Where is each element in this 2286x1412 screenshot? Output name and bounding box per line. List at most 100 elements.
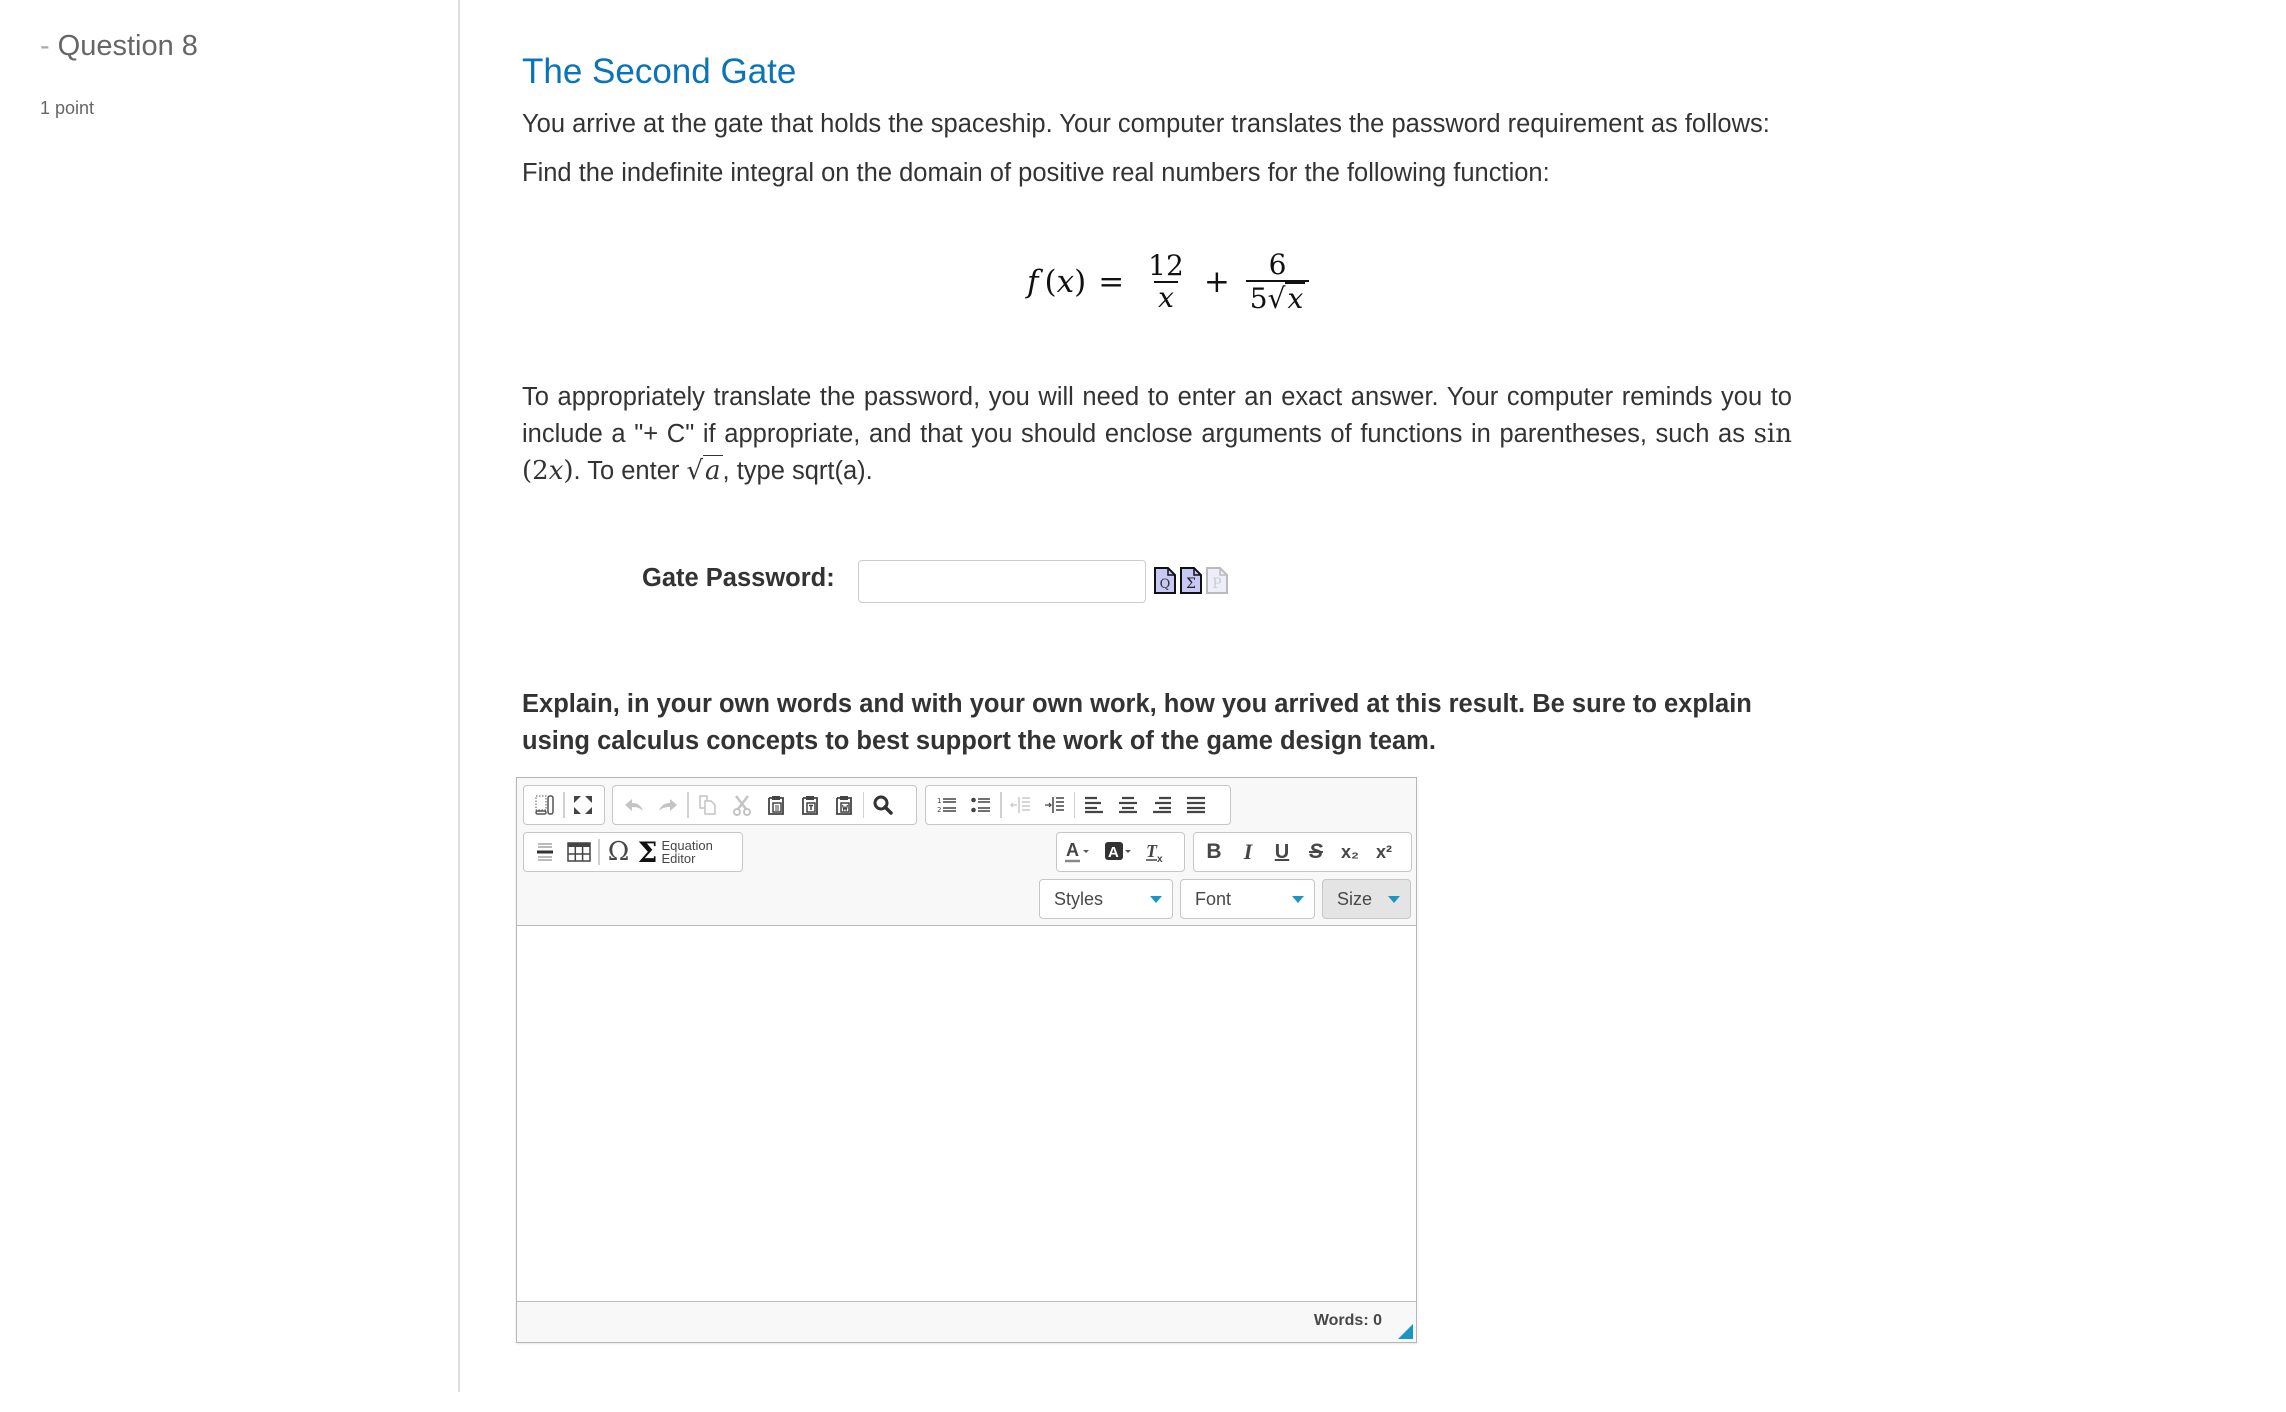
editor-content-area[interactable] <box>517 926 1416 1303</box>
sin-arg-close: ) <box>563 456 574 486</box>
hint-text: To appropriately translate the password,… <box>522 379 1792 490</box>
align-center-button[interactable] <box>1111 788 1145 822</box>
paste-text-icon <box>801 796 818 815</box>
maximize-icon <box>574 796 593 814</box>
remove-format-button[interactable]: Tx <box>1139 835 1173 869</box>
intro-text: You arrive at the gate that holds the sp… <box>522 110 1770 138</box>
strikethrough-button[interactable]: S <box>1299 835 1333 869</box>
sin-fn: sin <box>1753 419 1792 449</box>
gate-password-input[interactable] <box>858 560 1146 603</box>
toolbar-separator <box>563 792 565 818</box>
sin-arg-open: (2 <box>522 456 549 486</box>
preview-glyph: Q <box>1159 577 1171 592</box>
remove-format-icon: Tx <box>1146 841 1163 864</box>
svg-text:2: 2 <box>937 806 941 814</box>
word-count: Words: 0 <box>1313 1312 1382 1329</box>
align-center-icon <box>1119 796 1137 814</box>
chevron-down-icon <box>1150 896 1162 903</box>
resize-handle-icon[interactable] <box>1398 1324 1413 1339</box>
toolbar-separator <box>862 792 864 818</box>
copy-icon <box>698 795 716 815</box>
horizontal-line-icon <box>537 843 553 861</box>
equation-label-line2: Editor <box>661 851 696 866</box>
background-color-icon: A <box>1105 842 1131 861</box>
horizontal-line-button[interactable] <box>528 835 562 869</box>
subscript-button[interactable]: x₂ <box>1333 835 1367 869</box>
bulleted-list-button[interactable] <box>964 788 998 822</box>
numbered-list-button[interactable]: 12 <box>930 788 964 822</box>
bulleted-list-icon <box>971 797 990 813</box>
copy-button[interactable] <box>691 788 725 822</box>
toolbar-group-clipboard <box>612 785 917 825</box>
undo-button[interactable] <box>617 788 651 822</box>
superscript-button[interactable]: x² <box>1367 835 1401 869</box>
underline-button[interactable]: U <box>1265 835 1299 869</box>
answer-tools: Q Σ P <box>1154 567 1228 594</box>
instruction-text: Find the indefinite integral on the doma… <box>522 159 1550 187</box>
text-color-icon: A <box>1065 840 1089 863</box>
paste-word-button[interactable] <box>827 788 861 822</box>
bold-button[interactable]: B <box>1197 835 1231 869</box>
paste-text-button[interactable] <box>793 788 827 822</box>
text-color-button[interactable]: A <box>1059 835 1099 869</box>
sqrt-a-example: √a <box>686 455 723 486</box>
editor-toolbar: 12 Ω Σ Equation Editor A A T x B I U S x… <box>517 778 1416 926</box>
toolbar-group-insert: Ω Σ Equation Editor <box>523 832 743 872</box>
collapse-toggle[interactable]: - <box>40 30 50 62</box>
numbered-list-icon: 12 <box>937 797 956 814</box>
paste-icon: P <box>1206 567 1228 594</box>
special-char-button[interactable]: Ω <box>602 835 636 869</box>
hint-text-part3: , type sqrt(a). <box>722 457 873 485</box>
outdent-icon <box>1009 797 1030 813</box>
equation-icon[interactable]: Σ <box>1180 567 1202 594</box>
paste-word-icon <box>835 796 852 815</box>
fraction-6-over-5sqrtx: 6 5√ x <box>1245 248 1310 315</box>
styles-dropdown[interactable]: Styles <box>1039 879 1173 919</box>
paste-glyph: P <box>1212 576 1222 592</box>
size-dropdown[interactable]: Size <box>1322 879 1411 919</box>
question-header[interactable]: - Question 8 <box>40 30 198 63</box>
paste-button[interactable] <box>759 788 793 822</box>
undo-icon <box>625 799 643 811</box>
paste-icon <box>767 796 784 815</box>
italic-button[interactable]: I <box>1231 835 1265 869</box>
cut-button[interactable] <box>725 788 759 822</box>
search-icon <box>873 795 893 815</box>
toolbar-separator <box>1073 792 1075 818</box>
equation-editor-label[interactable]: Equation Editor <box>662 839 713 865</box>
fraction-12-over-x: 12 x <box>1144 251 1188 313</box>
rich-text-editor: 12 Ω Σ Equation Editor A A T x B I U S x… <box>516 777 1417 1343</box>
show-blocks-button[interactable] <box>528 788 561 822</box>
fraction-numerator: 6 <box>1268 248 1287 281</box>
table-button[interactable] <box>562 835 596 869</box>
size-dropdown-label: Size <box>1337 888 1373 909</box>
hint-text-part1: To appropriately translate the password,… <box>522 383 1792 448</box>
hint-text-part2: . To enter <box>573 457 687 485</box>
redo-button[interactable] <box>651 788 685 822</box>
justify-icon <box>1187 796 1205 814</box>
background-color-button[interactable]: A <box>1099 835 1139 869</box>
align-right-icon <box>1153 796 1171 814</box>
align-left-button[interactable] <box>1077 788 1111 822</box>
explain-prompt: Explain, in your own words and with your… <box>522 690 1752 755</box>
indent-button[interactable] <box>1038 788 1072 822</box>
preview-icon[interactable]: Q <box>1154 567 1176 594</box>
page-title: The Second Gate <box>522 52 797 91</box>
align-right-button[interactable] <box>1145 788 1179 822</box>
maximize-button[interactable] <box>567 788 600 822</box>
equation-editor-button[interactable]: Σ <box>636 835 660 869</box>
question-sidebar: - Question 8 1 point <box>0 0 460 1392</box>
toolbar-group-paragraph: 12 <box>925 785 1231 825</box>
justify-button[interactable] <box>1179 788 1213 822</box>
chevron-down-icon <box>1292 896 1304 903</box>
find-button[interactable] <box>866 788 900 822</box>
outdent-button[interactable] <box>1004 788 1038 822</box>
redo-icon <box>659 799 677 811</box>
toolbar-group-colors: A A Tx <box>1056 832 1185 872</box>
chevron-down-icon <box>1388 896 1400 903</box>
fraction-denominator: 5√ x <box>1245 280 1310 315</box>
font-dropdown[interactable]: Font <box>1180 879 1315 919</box>
sqrt-symbol: √ x <box>1267 282 1306 315</box>
svg-text:x: x <box>1157 854 1163 864</box>
question-points: 1 point <box>40 98 95 118</box>
